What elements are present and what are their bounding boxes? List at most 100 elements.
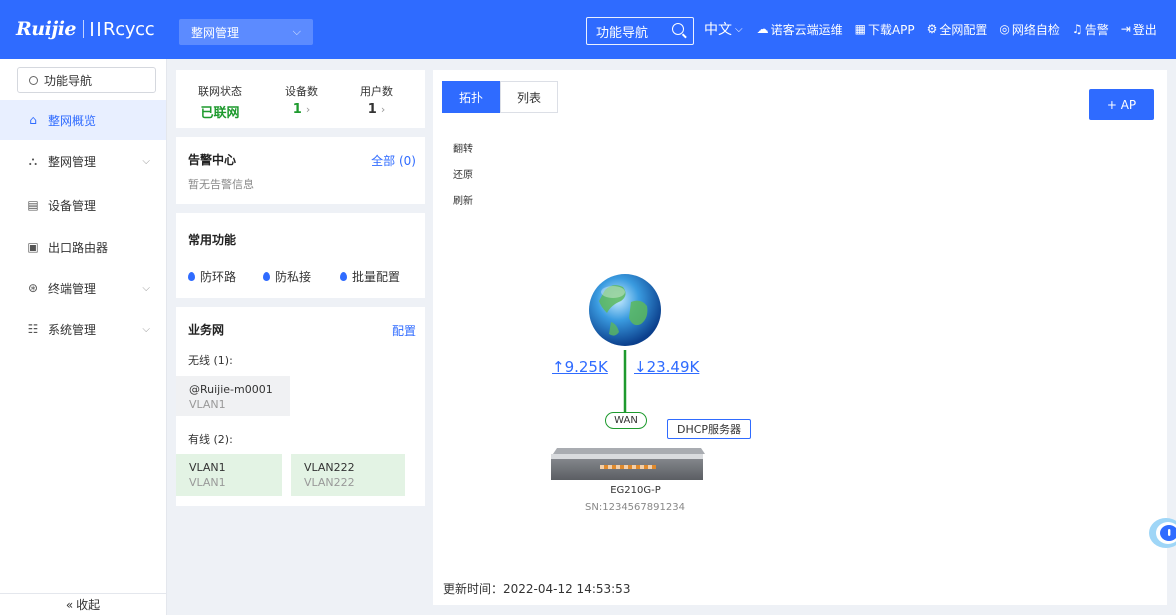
batch-config-link[interactable]: 批量配置 (340, 268, 400, 285)
alarm-center-card: 告警中心 全部 (0) 暂无告警信息 (176, 137, 425, 204)
tab-topology[interactable]: 拓扑 (442, 81, 501, 113)
alarm-empty-text: 暂无告警信息 (188, 178, 254, 191)
wired-label: 有线 (2): (188, 433, 233, 446)
wireless-network-tile[interactable]: @Ruijie-m0001 VLAN1 (176, 376, 290, 416)
sidebar-item-terminal-management[interactable]: ⊛ 终端管理 ⌵ (0, 268, 166, 308)
topology-panel: 拓扑 列表 + AP 翻转 还原 刷新 ↑9.25K ↓23.49K WAN D… (433, 70, 1167, 605)
wired-name: VLAN1 (189, 461, 226, 474)
chevron-down-icon: ⌵ (142, 155, 150, 167)
download-app-link[interactable]: ▦ 下载APP (855, 21, 915, 38)
device-count-stat[interactable]: 设备数 1 › (285, 83, 318, 117)
alarm-center-title: 告警中心 (188, 153, 237, 167)
rcycc-logo-text: Rcycc (103, 18, 155, 40)
collapse-sidebar-button[interactable]: « 收起 (0, 593, 166, 615)
user-count-label: 用户数 (360, 85, 393, 98)
sidebar-item-egress-router[interactable]: ▣ 出口路由器 (0, 227, 166, 267)
network-status-label: 联网状态 (198, 85, 242, 98)
network-check-label: 网络自检 (1011, 22, 1060, 37)
top-actions: 中文 ⌵ ☁ 诺客云端运维 ▦ 下载APP ⚙ 全网配置 ◎ 网络自检 ♫ 告警… (704, 19, 1157, 39)
rcycc-mark-icon (91, 22, 101, 36)
sidebar: 功能导航 ⌂ 整网概览 ⛬ 整网管理 ⌵ ▤ 设备管理 ▣ 出口路由器 ⊛ 终端… (0, 59, 167, 615)
wan-badge: WAN (605, 412, 647, 429)
language-select[interactable]: 中文 ⌵ (704, 19, 745, 39)
location-pin-icon (340, 272, 347, 281)
func-label: 批量配置 (352, 270, 401, 284)
restore-button[interactable]: 还原 (453, 166, 473, 181)
logout-icon: ⇥ (1120, 22, 1131, 36)
network-check-link[interactable]: ◎ 网络自检 (999, 21, 1060, 38)
config-icon: ⚙ (926, 22, 938, 36)
assistant-robot-icon[interactable] (1147, 515, 1176, 551)
function-nav-label: 功能导航 (596, 25, 649, 41)
network-status-stat: 联网状态 已联网 (198, 83, 242, 121)
wired-network-tile[interactable]: VLAN222 VLAN222 (291, 454, 405, 496)
sidebar-item-label: 整网概览 (48, 113, 97, 128)
alarm-label: 告警 (1084, 22, 1109, 37)
loop-prevention-link[interactable]: 防环路 (188, 268, 236, 285)
flip-button[interactable]: 翻转 (453, 140, 473, 155)
network-config-link[interactable]: ⚙ 全网配置 (927, 21, 988, 38)
sidebar-item-label: 设备管理 (48, 198, 97, 213)
update-time: 更新时间：2022-04-12 14:53:53 (443, 582, 631, 596)
logout-label: 登出 (1132, 22, 1157, 37)
refresh-button[interactable]: 刷新 (453, 192, 473, 207)
function-nav-search[interactable]: 功能导航 (586, 17, 694, 45)
logout-link[interactable]: ⇥ 登出 (1121, 21, 1157, 38)
router-icon: ▣ (27, 240, 39, 254)
wired-name: VLAN222 (304, 461, 355, 474)
sidebar-item-device-management[interactable]: ▤ 设备管理 (0, 185, 166, 225)
tab-list[interactable]: 列表 (500, 81, 559, 113)
user-count-stat[interactable]: 用户数 1 › (360, 83, 393, 117)
wired-network-tile[interactable]: VLAN1 VLAN1 (176, 454, 282, 496)
anti-private-link[interactable]: 防私接 (263, 268, 311, 285)
sidebar-item-network-management[interactable]: ⛬ 整网管理 ⌵ (0, 141, 166, 181)
sidebar-item-label: 出口路由器 (48, 240, 109, 255)
alarm-icon: ♫ (1071, 22, 1083, 36)
device-serial-number: SN:1234567891234 (585, 502, 685, 513)
search-icon (672, 23, 684, 35)
business-config-link[interactable]: 配置 (392, 322, 416, 339)
business-network-title: 业务网 (188, 323, 225, 337)
qrcode-icon: ▦ (854, 22, 866, 36)
download-rate[interactable]: ↓23.49K (634, 358, 699, 376)
sidebar-item-overview[interactable]: ⌂ 整网概览 (0, 100, 166, 140)
internet-globe-icon (589, 274, 661, 346)
wireless-vlan: VLAN1 (189, 398, 226, 411)
terminal-icon: ⊛ (27, 281, 39, 295)
common-functions-card: 常用功能 防环路 防私接 批量配置 (176, 213, 425, 298)
chevron-down-icon: ⌵ (292, 25, 301, 38)
cloud-ops-label: 诺客云端运维 (770, 22, 843, 37)
download-app-label: 下载APP (867, 22, 915, 37)
wireless-label: 无线 (1): (188, 354, 233, 367)
user-count-value: 1 (367, 102, 377, 117)
dhcp-server-badge: DHCP服务器 (667, 419, 751, 439)
brand-logo: Ruijie Rcycc (16, 18, 155, 40)
alarm-all-link[interactable]: 全部 (0) (371, 152, 416, 169)
upload-rate[interactable]: ↑9.25K (552, 358, 608, 376)
func-label: 防私接 (275, 270, 312, 284)
cloud-icon: ☁ (756, 22, 769, 36)
home-icon: ⌂ (29, 113, 37, 127)
check-icon: ◎ (999, 22, 1010, 36)
chevron-down-icon: ⌵ (142, 323, 150, 335)
wired-vlan: VLAN1 (189, 476, 226, 489)
network-config-label: 全网配置 (939, 22, 988, 37)
device-count-value: 1 (292, 102, 302, 117)
collapse-label: 收起 (76, 598, 101, 612)
sidebar-search-input[interactable]: 功能导航 (17, 67, 156, 93)
cloud-ops-link[interactable]: ☁ 诺客云端运维 (757, 21, 843, 38)
top-bar: Ruijie Rcycc 整网管理 ⌵ 功能导航 中文 ⌵ ☁ 诺客云端运维 ▦… (0, 0, 1176, 59)
device-count-label: 设备数 (285, 85, 318, 98)
network-scope-select[interactable]: 整网管理 ⌵ (179, 19, 313, 45)
sidebar-item-label: 终端管理 (48, 281, 97, 296)
common-functions-title: 常用功能 (188, 233, 237, 247)
network-stats-card: 联网状态 已联网 设备数 1 › 用户数 1 › (176, 70, 425, 128)
alarm-link[interactable]: ♫ 告警 (1072, 21, 1109, 38)
func-label: 防环路 (200, 270, 237, 284)
device-name[interactable]: EG210G-P (588, 485, 683, 496)
sidebar-item-system-management[interactable]: ☷ 系统管理 ⌵ (0, 309, 166, 349)
add-ap-button[interactable]: + AP (1089, 89, 1154, 120)
language-label: 中文 (704, 22, 732, 38)
search-icon (29, 75, 38, 85)
wired-vlan: VLAN222 (304, 476, 355, 489)
